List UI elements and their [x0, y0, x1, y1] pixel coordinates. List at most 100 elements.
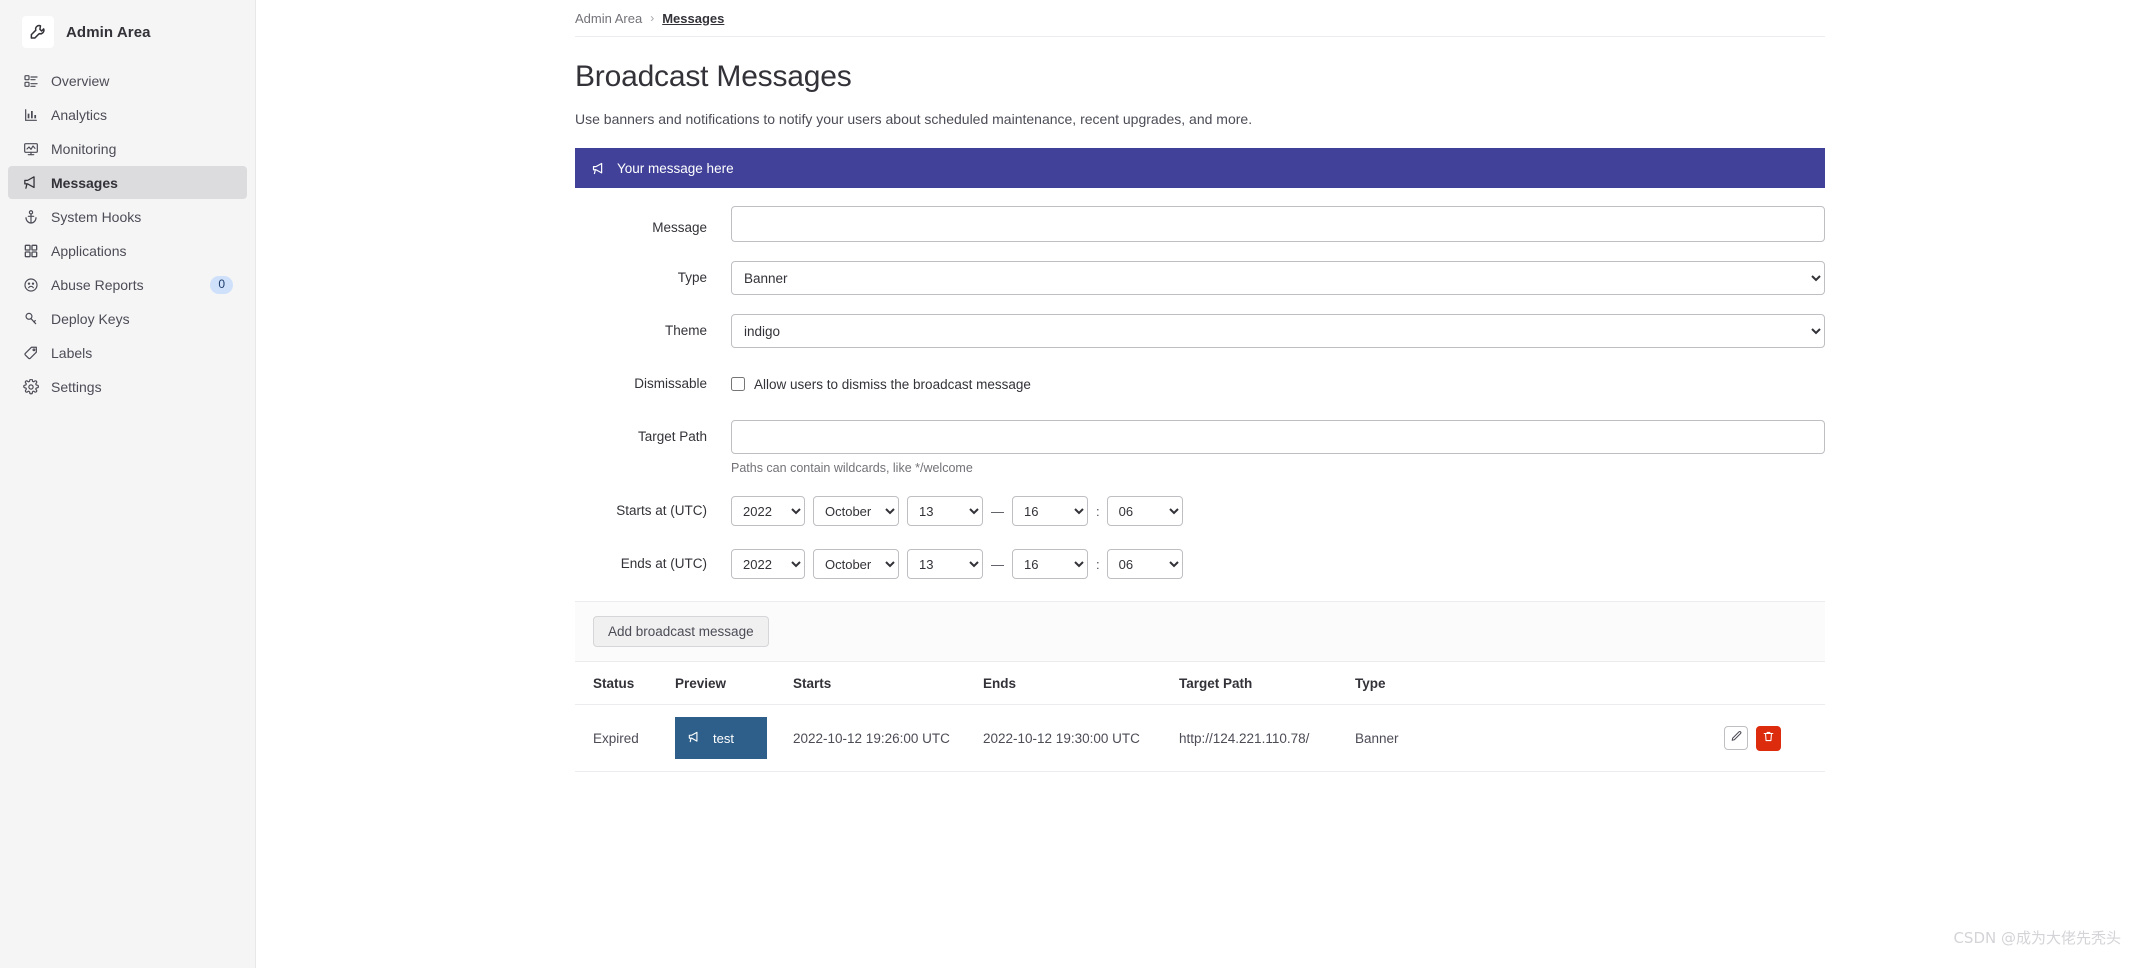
message-label: Message [652, 220, 707, 235]
row-starts: 2022-10-12 19:26:00 UTC [785, 704, 975, 772]
row-target-path: http://124.221.110.78/ [1171, 704, 1347, 772]
frown-icon [22, 276, 39, 293]
megaphone-icon [22, 174, 39, 191]
pencil-icon [1730, 730, 1743, 746]
preview-chip: test [675, 717, 767, 759]
sidebar-item-label: Settings [51, 378, 102, 395]
sidebar-item-label: System Hooks [51, 208, 142, 225]
sidebar-item-deploy-keys[interactable]: Deploy Keys [8, 302, 247, 335]
page-title: Broadcast Messages [575, 60, 852, 93]
banner-preview-text: Your message here [617, 160, 734, 176]
starts-at-month-select[interactable]: JanuaryFebruaryMarchAprilMayJuneJulyAugu… [813, 496, 899, 526]
key-icon [22, 310, 39, 327]
breadcrumb: Admin Area › Messages [575, 0, 1825, 37]
table-header-target-path: Target Path [1171, 661, 1347, 705]
target-path-help: Paths can contain wildcards, like */welc… [731, 461, 973, 475]
analytics-icon [22, 106, 39, 123]
abuse-reports-badge: 0 [210, 275, 233, 294]
sidebar-item-messages[interactable]: Messages [8, 166, 247, 199]
sidebar-item-applications[interactable]: Applications [8, 234, 247, 267]
sidebar-item-labels[interactable]: Labels [8, 336, 247, 369]
edit-button[interactable] [1724, 726, 1748, 750]
starts-at-time-separator: : [1096, 503, 1100, 519]
sidebar-item-overview[interactable]: Overview [8, 64, 247, 97]
sidebar-item-analytics[interactable]: Analytics [8, 98, 247, 131]
table-header-starts: Starts [785, 661, 975, 705]
sidebar-item-label: Overview [51, 72, 110, 89]
ends-at-label: Ends at (UTC) [620, 556, 707, 571]
dismissable-label: Dismissable [634, 376, 707, 391]
monitoring-icon [22, 140, 39, 157]
starts-at-year-select[interactable]: 20202021202220232024 [731, 496, 805, 526]
dismissable-checkbox-label[interactable]: Allow users to dismiss the broadcast mes… [754, 377, 1031, 392]
ends-at-hour-select[interactable]: 1415161718 [1012, 549, 1088, 579]
ends-at-group: 20202021202220232024 JanuaryFebruaryMarc… [731, 547, 1825, 581]
preview-chip-text: test [713, 730, 734, 746]
sidebar: Admin Area Overview Analytics Monitoring… [0, 0, 256, 968]
sidebar-item-abuse-reports[interactable]: Abuse Reports 0 [8, 268, 247, 301]
row-preview: test [667, 704, 785, 772]
table-header-actions [1457, 661, 1825, 705]
delete-button[interactable] [1756, 725, 1781, 751]
sidebar-item-label: Messages [51, 174, 118, 191]
starts-at-date-time-separator: — [991, 503, 1004, 519]
table-header-ends: Ends [975, 661, 1171, 705]
sidebar-item-system-hooks[interactable]: System Hooks [8, 200, 247, 233]
form-submit-bar: Add broadcast message [575, 601, 1825, 661]
overview-icon [22, 72, 39, 89]
sidebar-item-settings[interactable]: Settings [8, 370, 247, 403]
ends-at-date-time-separator: — [991, 556, 1004, 572]
sidebar-item-monitoring[interactable]: Monitoring [8, 132, 247, 165]
sidebar-brand-label: Admin Area [66, 23, 151, 41]
row-type: Banner [1347, 704, 1457, 772]
sidebar-item-label: Applications [51, 242, 127, 259]
breadcrumb-current[interactable]: Messages [662, 11, 724, 26]
table-header-status: Status [575, 661, 667, 705]
ends-at-minute-select[interactable]: 0405060708 [1106, 549, 1183, 579]
starts-at-day-select[interactable]: 1112131415 [907, 496, 983, 526]
trash-icon [1762, 730, 1775, 746]
target-path-label: Target Path [637, 429, 707, 444]
breadcrumb-root[interactable]: Admin Area [575, 11, 642, 26]
broadcast-form: Message Type BannerNotification Theme in… [575, 188, 1825, 661]
sidebar-item-label: Analytics [51, 106, 108, 123]
label-icon [22, 344, 39, 361]
type-label: Type [677, 270, 707, 285]
dismissable-checkbox[interactable] [731, 377, 745, 391]
megaphone-icon [687, 730, 701, 747]
add-broadcast-message-button[interactable]: Add broadcast message [593, 616, 769, 647]
theme-label: Theme [664, 323, 707, 338]
table-row: Expired test 2022-10-12 19:26:00 UTC 202… [575, 704, 1825, 772]
table-header-row: Status Preview Starts Ends Target Path T… [575, 661, 1825, 705]
type-select[interactable]: BannerNotification [731, 261, 1825, 295]
row-ends: 2022-10-12 19:30:00 UTC [975, 704, 1171, 772]
sidebar-item-label: Abuse Reports [51, 276, 144, 293]
sidebar-item-label: Deploy Keys [51, 310, 130, 327]
ends-at-month-select[interactable]: JanuaryFebruaryMarchAprilMayJuneJulyAugu… [813, 549, 899, 579]
megaphone-icon [591, 161, 606, 176]
sidebar-brand[interactable]: Admin Area [8, 10, 247, 54]
target-path-input[interactable] [731, 420, 1825, 454]
watermark: CSDN @成为大佬先秃头 [1953, 929, 2121, 947]
sidebar-item-label: Monitoring [51, 140, 117, 157]
starts-at-minute-select[interactable]: 0405060708 [1106, 496, 1183, 526]
table-header-preview: Preview [667, 661, 785, 705]
main-content: Admin Area › Messages Broadcast Messages… [256, 0, 2143, 968]
gear-icon [22, 378, 39, 395]
message-input[interactable] [731, 206, 1825, 242]
anchor-icon [22, 208, 39, 225]
starts-at-group: 20202021202220232024 JanuaryFebruaryMarc… [731, 494, 1825, 528]
ends-at-time-separator: : [1096, 556, 1100, 572]
starts-at-label: Starts at (UTC) [616, 503, 707, 518]
row-status: Expired [575, 704, 667, 772]
breadcrumb-separator-icon: › [650, 11, 655, 25]
banner-preview: Your message here [575, 148, 1825, 188]
row-actions [1457, 704, 1825, 772]
ends-at-year-select[interactable]: 20202021202220232024 [731, 549, 805, 579]
theme-select[interactable]: indigolight-indigobluelight-bluegreenlig… [731, 314, 1825, 348]
starts-at-hour-select[interactable]: 1415161718 [1012, 496, 1088, 526]
page-description: Use banners and notifications to notify … [575, 111, 1253, 127]
ends-at-day-select[interactable]: 1112131415 [907, 549, 983, 579]
broadcast-messages-table: Status Preview Starts Ends Target Path T… [575, 661, 1825, 772]
wrench-icon [22, 16, 54, 48]
